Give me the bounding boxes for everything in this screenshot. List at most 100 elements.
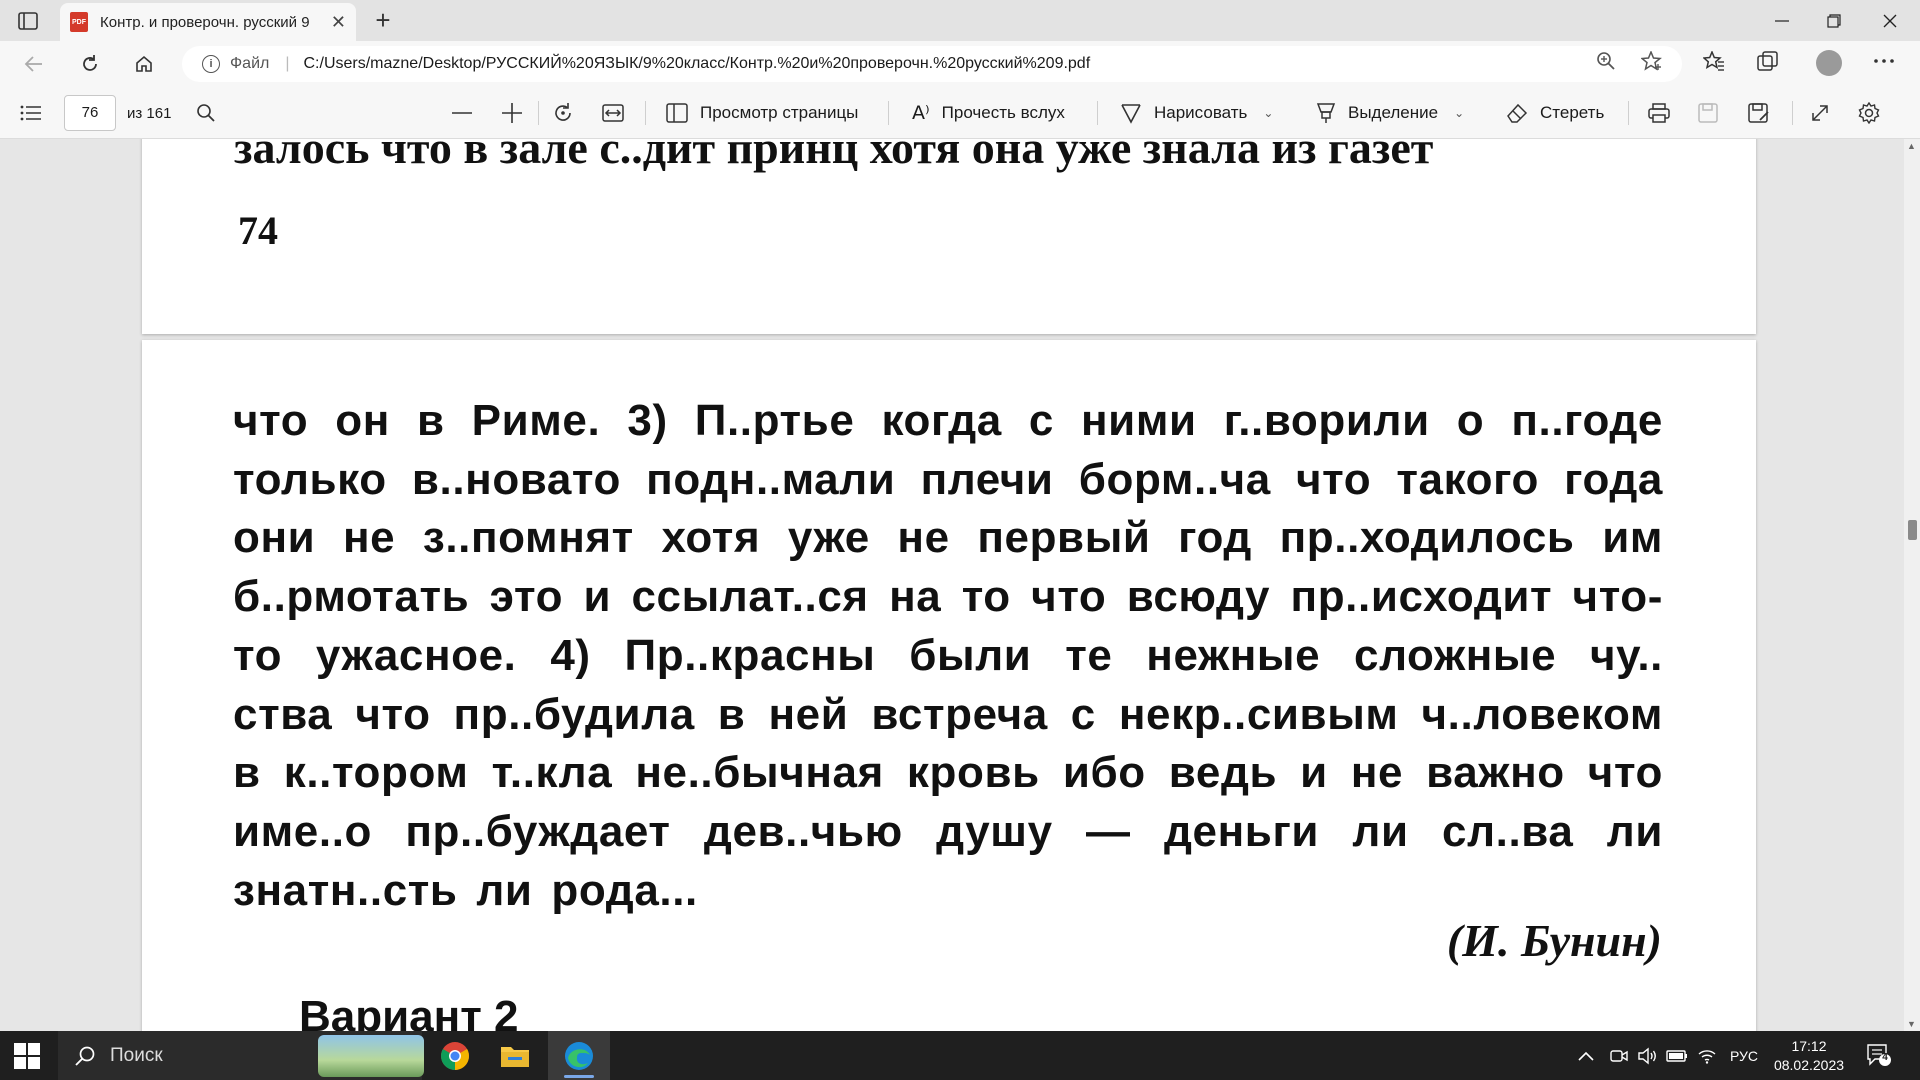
author-attribution: (И. Бунин)	[1446, 915, 1662, 966]
search-icon	[75, 1046, 95, 1066]
search-highlight-image	[318, 1035, 424, 1077]
zoom-out-icon[interactable]	[452, 87, 472, 139]
read-aloud-button[interactable]: A⁾ Прочесть вслух	[912, 87, 1065, 139]
info-icon[interactable]: i	[202, 55, 220, 73]
pdf-file-icon: PDF	[70, 12, 88, 32]
toolbar-divider	[645, 101, 646, 125]
new-tab-button[interactable]: +	[368, 6, 398, 36]
wifi-icon[interactable]	[1698, 1031, 1716, 1080]
highlight-icon	[1316, 103, 1336, 123]
text-line: только в..новато подн..мали плечи борм..…	[233, 454, 1663, 504]
rotate-icon[interactable]	[552, 87, 574, 139]
total-pages-label: из 161	[127, 104, 172, 122]
pdf-toolbar: 76 из 161 Просмотр страницы A⁾ Прочесть …	[0, 87, 1920, 139]
restore-button[interactable]	[1806, 0, 1862, 41]
settings-gear-icon[interactable]	[1858, 87, 1880, 139]
tab-actions-icon[interactable]	[14, 8, 42, 34]
minimize-button[interactable]	[1754, 0, 1810, 41]
battery-icon[interactable]	[1666, 1031, 1688, 1080]
pdf-page-previous: залось что в зале с..дит принц хотя она …	[142, 139, 1756, 334]
fit-width-icon[interactable]	[602, 87, 624, 139]
volume-icon[interactable]	[1638, 1031, 1658, 1080]
page-view-label: Просмотр страницы	[700, 103, 859, 122]
page-number-input[interactable]: 76	[64, 95, 116, 131]
scroll-down-icon[interactable]: ▼	[1907, 1019, 1916, 1029]
eraser-icon	[1507, 103, 1528, 123]
chevron-down-icon[interactable]: ⌄	[1454, 106, 1464, 120]
refresh-icon[interactable]	[74, 49, 106, 79]
notifications-icon[interactable]: 4	[1866, 1043, 1892, 1067]
draw-button[interactable]: Нарисовать ⌄	[1120, 87, 1273, 139]
close-tab-icon[interactable]: ✕	[331, 12, 346, 33]
home-icon[interactable]	[128, 49, 160, 79]
toolbar-divider	[1628, 101, 1629, 125]
search-label: Поиск	[110, 1044, 163, 1066]
exercise-text: что он в Риме. 3) П..ртье когда с ними г…	[233, 392, 1663, 920]
meet-now-icon[interactable]	[1610, 1031, 1628, 1080]
vertical-scrollbar[interactable]: ▲ ▼	[1904, 139, 1920, 1031]
file-explorer-icon[interactable]	[484, 1031, 546, 1080]
read-aloud-label: Прочесть вслух	[941, 103, 1065, 122]
toolbar-divider	[538, 101, 539, 125]
back-icon[interactable]	[18, 49, 50, 79]
pdf-viewer[interactable]: залось что в зале с..дит принц хотя она …	[0, 139, 1904, 1031]
highlight-button[interactable]: Выделение ⌄	[1316, 87, 1464, 139]
page-view-icon	[666, 103, 688, 123]
zoom-in-icon[interactable]	[502, 87, 522, 139]
text-line: б..рмотать это и ссылат..ся на то что вс…	[233, 572, 1663, 622]
save-as-icon[interactable]	[1748, 87, 1770, 139]
page-number: 74	[238, 208, 278, 253]
chevron-down-icon[interactable]: ⌄	[1263, 106, 1273, 120]
browser-tab[interactable]: PDF Контр. и проверочн. русский 9 ✕	[60, 3, 356, 41]
scrollbar-thumb[interactable]	[1908, 520, 1917, 540]
toolbar-divider	[1097, 101, 1098, 125]
erase-label: Стереть	[1540, 103, 1605, 122]
pdf-page-current: что он в Риме. 3) П..ртье когда с ними г…	[142, 340, 1756, 1031]
profile-avatar[interactable]	[1816, 50, 1842, 76]
erase-button[interactable]: Стереть	[1506, 87, 1604, 139]
tab-strip: PDF Контр. и проверочн. русский 9 ✕ +	[0, 0, 1920, 41]
input-language[interactable]: РУС	[1730, 1031, 1758, 1080]
add-favorite-icon[interactable]	[1636, 45, 1668, 77]
favorites-icon[interactable]	[1698, 45, 1730, 77]
scheme-label: Файл	[230, 55, 270, 72]
text-line: знатн..сть ли рода...	[233, 865, 698, 915]
fullscreen-icon[interactable]	[1810, 87, 1830, 139]
section-heading: Вариант 2	[299, 992, 519, 1031]
address-separator: |	[285, 55, 290, 72]
print-icon[interactable]	[1648, 87, 1670, 139]
text-line: что он в Риме. 3) П..ртье когда с ними г…	[233, 396, 1663, 445]
read-aloud-icon: A⁾	[912, 102, 930, 124]
zoom-icon[interactable]	[1590, 45, 1622, 77]
table-of-contents-icon[interactable]	[20, 87, 42, 139]
page-text-cut: залось что в зале с..дит принц хотя она …	[234, 139, 1434, 173]
toolbar-divider	[1792, 101, 1793, 125]
text-line: име..о пр..буждает дев..чью душу — деньг…	[233, 806, 1663, 856]
address-bar[interactable]: i Файл | C:/Users/mazne/Desktop/РУССКИЙ%…	[182, 46, 1682, 82]
draw-icon	[1121, 104, 1141, 124]
close-window-button[interactable]	[1862, 0, 1918, 41]
system-clock[interactable]: 17:12 08.02.2023	[1768, 1037, 1850, 1075]
more-menu-icon[interactable]	[1868, 45, 1900, 77]
chrome-app-icon[interactable]	[424, 1031, 486, 1080]
windows-start-icon[interactable]	[14, 1043, 40, 1069]
show-hidden-icons-icon[interactable]	[1578, 1031, 1594, 1080]
text-line: они не з..помнят хотя уже не первый год …	[233, 513, 1663, 563]
active-app-indicator	[564, 1075, 594, 1078]
text-line: ства что пр..будила в ней встреча с некр…	[233, 689, 1663, 739]
text-line: то ужасное. 4) Пр..красны были те нежные…	[233, 630, 1663, 680]
highlight-label: Выделение	[1348, 103, 1439, 122]
url-text[interactable]: C:/Users/mazne/Desktop/РУССКИЙ%20ЯЗЫК/9%…	[304, 55, 1091, 73]
scroll-up-icon[interactable]: ▲	[1907, 141, 1916, 151]
clock-date: 08.02.2023	[1773, 1057, 1845, 1073]
save-icon[interactable]	[1698, 87, 1718, 139]
taskbar: Поиск РУС 17:12 08.02.2023 4	[0, 1031, 1920, 1080]
clock-time: 17:12	[1791, 1038, 1827, 1054]
collections-icon[interactable]	[1752, 45, 1784, 77]
toolbar-divider	[888, 101, 889, 125]
page-view-button[interactable]: Просмотр страницы	[666, 87, 858, 139]
notification-count: 4	[1882, 1052, 1888, 1063]
tab-title: Контр. и проверочн. русский 9	[100, 13, 310, 31]
search-icon[interactable]	[196, 87, 216, 139]
edge-app-icon[interactable]	[548, 1031, 610, 1080]
